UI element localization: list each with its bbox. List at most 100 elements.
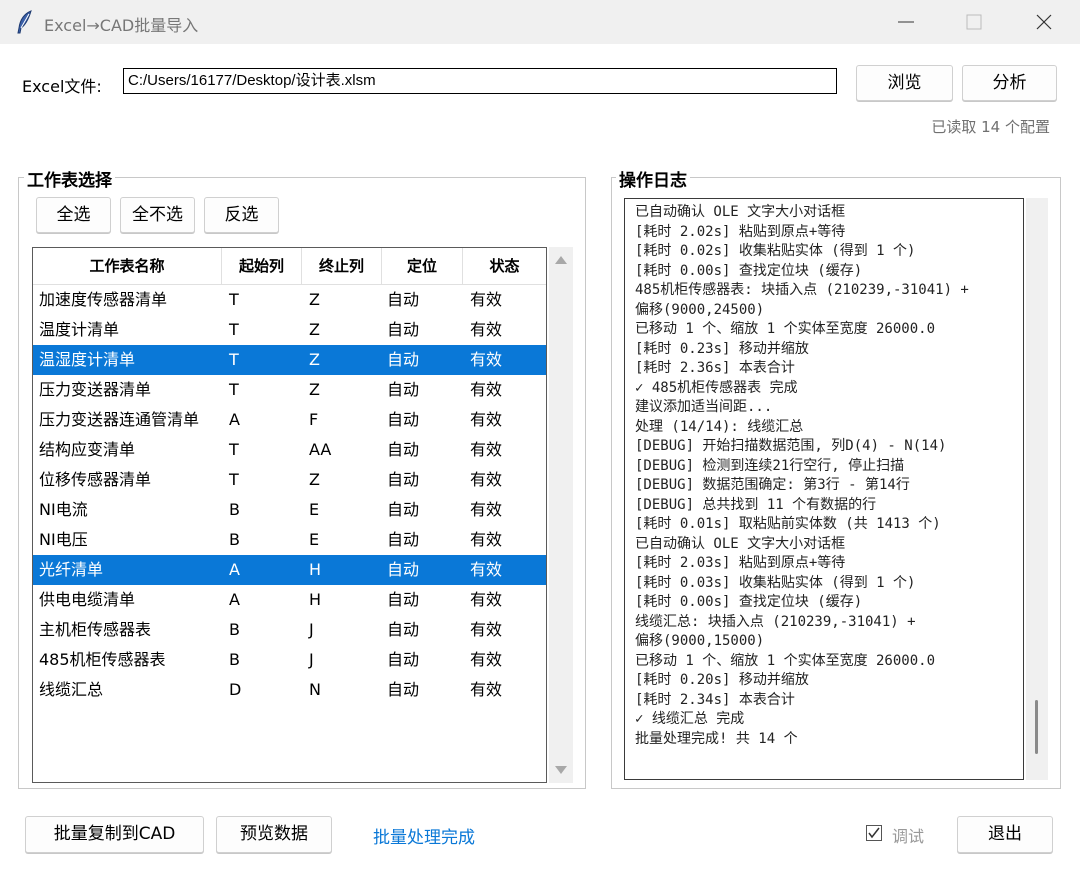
cell-end: E — [309, 500, 320, 519]
cell-start: A — [229, 410, 240, 429]
cell-end: J — [309, 620, 314, 639]
cell-end: Z — [309, 350, 320, 369]
table-row[interactable]: 光纤清单 A H 自动 有效 — [33, 555, 546, 585]
scroll-down-arrow-icon[interactable] — [555, 766, 567, 774]
close-button[interactable] — [1014, 0, 1074, 44]
cell-end: Z — [309, 380, 320, 399]
excel-file-label: Excel文件: — [22, 77, 102, 96]
log-line: 处理 (14/14): 线缆汇总 — [635, 418, 804, 435]
table-row[interactable]: 温湿度计清单 T Z 自动 有效 — [33, 345, 546, 375]
cell-locate: 自动 — [387, 410, 420, 429]
column-header-start[interactable]: 起始列 — [222, 248, 302, 284]
cell-start: B — [229, 500, 240, 519]
table-row[interactable]: 线缆汇总 D N 自动 有效 — [33, 675, 546, 705]
config-count-status: 已读取 14 个配置 — [931, 118, 1050, 136]
log-line: [耗时 2.03s] 粘贴到原点+等待 — [635, 555, 846, 571]
cell-end: N — [309, 680, 321, 699]
batch-copy-to-cad-button[interactable]: 批量复制到CAD — [25, 816, 204, 853]
cell-name: 加速度传感器清单 — [39, 290, 168, 309]
log-line: [耗时 0.00s] 查找定位块 (缓存) — [635, 262, 863, 279]
debug-checkbox[interactable] — [866, 825, 882, 841]
table-scrollbar[interactable] — [549, 247, 573, 783]
log-scrollbar[interactable] — [1026, 198, 1048, 780]
cell-start: T — [229, 350, 239, 369]
cell-name: 压力变送器清单 — [39, 380, 152, 399]
select-all-button[interactable]: 全选 — [36, 197, 111, 233]
maximize-icon — [966, 14, 982, 30]
invert-selection-button[interactable]: 反选 — [204, 197, 279, 233]
cell-start: B — [229, 530, 240, 549]
log-line: 已自动确认 OLE 文字大小对话框 — [635, 204, 846, 220]
log-line: [耗时 2.36s] 本表合计 — [635, 360, 795, 376]
column-header-locate[interactable]: 定位 — [382, 248, 463, 284]
cell-end: Z — [309, 290, 320, 309]
log-line: [耗时 0.01s] 取粘贴前实体数 (共 1413 个) — [635, 516, 941, 532]
cell-start: A — [229, 590, 240, 609]
table-row[interactable]: 压力变送器清单 T Z 自动 有效 — [33, 375, 546, 405]
cell-status: 有效 — [470, 290, 503, 309]
cell-start: T — [229, 380, 239, 399]
select-none-button[interactable]: 全不选 — [120, 197, 195, 233]
table-row[interactable]: 加速度传感器清单 T Z 自动 有效 — [33, 285, 546, 315]
log-line: [耗时 0.23s] 移动并缩放 — [635, 340, 809, 357]
table-row[interactable]: NI电流 B E 自动 有效 — [33, 495, 546, 525]
log-line: 已自动确认 OLE 文字大小对话框 — [635, 535, 846, 552]
cell-locate: 自动 — [387, 560, 420, 579]
table-row[interactable]: NI电压 B E 自动 有效 — [33, 525, 546, 555]
cell-locate: 自动 — [387, 350, 420, 369]
minimize-icon — [898, 21, 914, 23]
table-row[interactable]: 压力变送器连通管清单 A F 自动 有效 — [33, 405, 546, 435]
excel-path-input[interactable]: C:/Users/16177/Desktop/设计表.xlsm — [123, 68, 837, 94]
table-row[interactable]: 主机柜传感器表 B J 自动 有效 — [33, 615, 546, 645]
cell-start: B — [229, 650, 240, 669]
cell-status: 有效 — [470, 320, 503, 339]
table-row[interactable]: 485机柜传感器表 B J 自动 有效 — [33, 645, 546, 675]
log-line: [耗时 2.02s] 粘贴到原点+等待 — [635, 223, 846, 240]
sheet-selection-title: 工作表选择 — [24, 166, 115, 191]
log-line: 485机柜传感器表: 块插入点 (210239,-31041) + — [635, 282, 969, 298]
cell-end: H — [309, 560, 322, 579]
cell-end: F — [309, 410, 319, 429]
log-line: [耗时 0.00s] 查找定位块 (缓存) — [635, 594, 863, 610]
cell-status: 有效 — [470, 560, 503, 579]
cell-name: NI电流 — [39, 500, 88, 519]
cell-locate: 自动 — [387, 440, 420, 459]
log-lines: 已自动确认 OLE 文字大小对话框 [耗时 2.02s] 粘贴到原点+等待 [耗时 … — [635, 203, 969, 749]
cell-start: A — [229, 560, 240, 579]
log-line: 线缆汇总: 块插入点 (210239,-31041) + — [635, 613, 916, 630]
column-header-name[interactable]: 工作表名称 — [33, 248, 222, 284]
cell-status: 有效 — [470, 620, 503, 639]
preview-data-button[interactable]: 预览数据 — [216, 816, 332, 853]
log-line: [DEBUG] 检测到连续21行空行, 停止扫描 — [635, 457, 905, 474]
sheet-table[interactable]: 工作表名称 起始列 终止列 定位 状态 加速度传感器清单 T Z 自动 有效 温度计清单 T… — [32, 247, 547, 783]
exit-button[interactable]: 退出 — [957, 816, 1053, 853]
column-header-status[interactable]: 状态 — [463, 248, 546, 284]
log-line: 偏移(9000,15000) — [635, 633, 765, 649]
log-text-area[interactable]: 已自动确认 OLE 文字大小对话框 [耗时 2.02s] 粘贴到原点+等待 [耗时 … — [624, 198, 1024, 780]
cell-start: D — [229, 680, 242, 699]
cell-locate: 自动 — [387, 380, 420, 399]
log-line: [耗时 0.02s] 收集粘贴实体 (得到 1 个) — [635, 243, 916, 259]
log-line: 建议添加适当间距... — [635, 399, 773, 415]
feather-icon — [17, 10, 32, 34]
browse-button[interactable]: 浏览 — [856, 65, 953, 101]
log-title: 操作日志 — [616, 166, 690, 191]
minimize-button[interactable] — [876, 0, 936, 44]
log-line: 已移动 1 个、缩放 1 个实体至宽度 26000.0 — [635, 652, 936, 669]
cell-name: 供电电缆清单 — [39, 590, 136, 609]
log-line: [耗时 0.20s] 移动并缩放 — [635, 672, 809, 688]
cell-start: T — [229, 290, 239, 309]
table-row[interactable]: 供电电缆清单 A H 自动 有效 — [33, 585, 546, 615]
checkmark-icon — [868, 827, 880, 839]
scroll-up-arrow-icon[interactable] — [555, 256, 567, 264]
analyze-button[interactable]: 分析 — [962, 65, 1057, 101]
cell-name: 线缆汇总 — [39, 680, 104, 699]
log-line: [DEBUG] 开始扫描数据范围, 列D(4) - N(14) — [635, 438, 947, 454]
maximize-button[interactable] — [944, 0, 1004, 44]
table-row[interactable]: 温度计清单 T Z 自动 有效 — [33, 315, 546, 345]
log-scroll-thumb[interactable] — [1035, 700, 1038, 754]
table-row[interactable]: 位移传感器清单 T Z 自动 有效 — [33, 465, 546, 495]
table-row[interactable]: 结构应变清单 T AA 自动 有效 — [33, 435, 546, 465]
cell-end: AA — [309, 440, 332, 459]
column-header-end[interactable]: 终止列 — [302, 248, 382, 284]
